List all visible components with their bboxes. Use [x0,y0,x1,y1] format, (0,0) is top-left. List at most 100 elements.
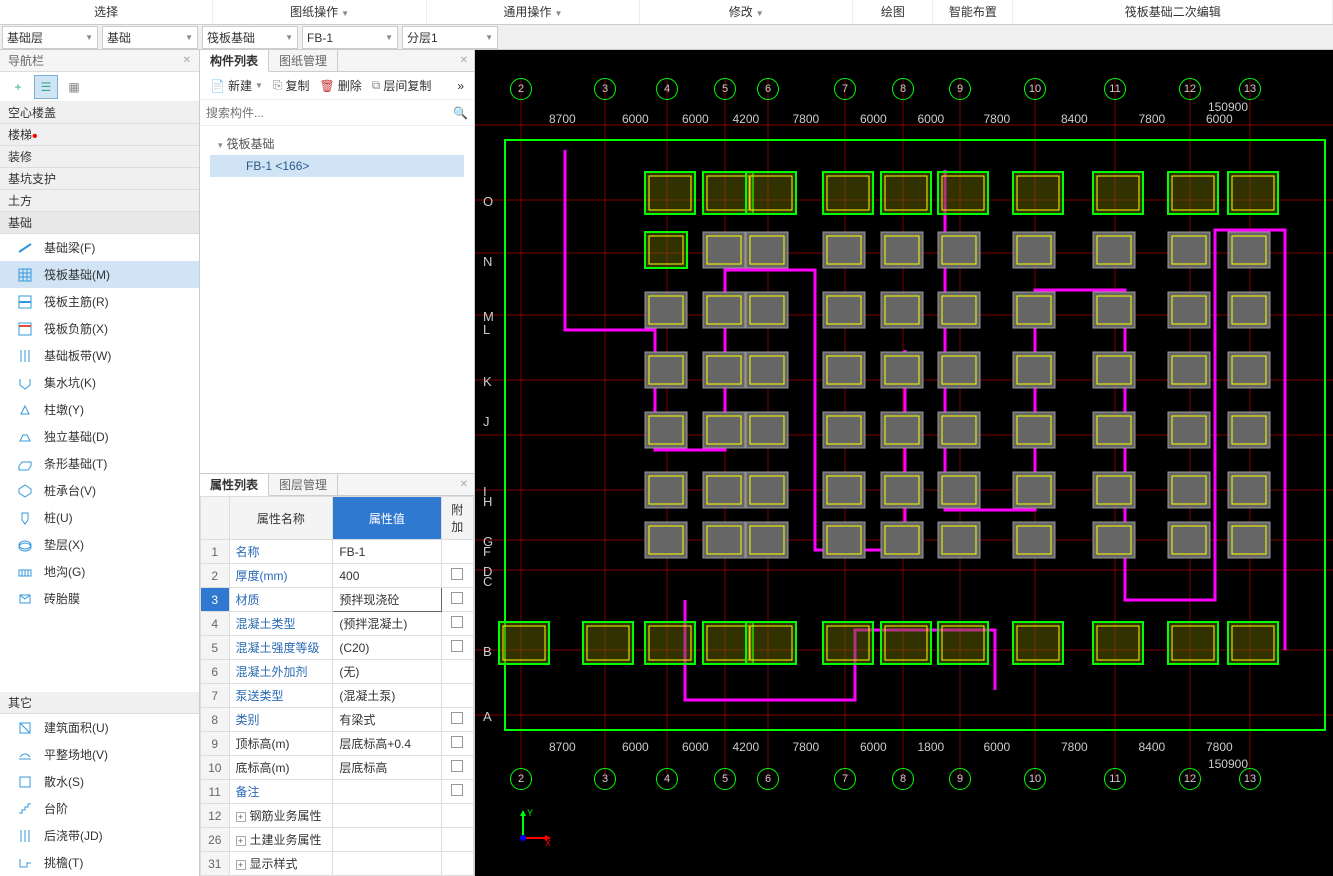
dimension-text: 7800 [1061,740,1088,754]
menu-smart-layout[interactable]: 智能布置 [933,0,1013,24]
close-icon[interactable]: ✕ [454,474,474,495]
grid-axis-circle: 2 [510,78,532,100]
dimension-text: 8400 [1139,740,1166,754]
filter-category[interactable]: 基础▼ [102,26,198,49]
tab-component-list[interactable]: 构件列表 [200,50,269,72]
close-icon[interactable]: ✕ [454,50,474,71]
nav-item-post-cast[interactable]: 后浇带(JD) [0,822,199,849]
nav-item-building-area[interactable]: 建筑面积(U) [0,714,199,741]
nav-item-level-ground[interactable]: 平整场地(V) [0,741,199,768]
dimension-text: 8400 [1061,112,1088,126]
nav-item-pile-cap[interactable]: 桩承台(V) [0,477,199,504]
prop-row[interactable]: 8 类别 有梁式 [201,708,474,732]
prop-row[interactable]: 5 混凝土强度等级 (C20) [201,636,474,660]
nav-item-raft-foundation[interactable]: 筏板基础(M) [0,261,199,288]
grid-axis-circle: 2 [510,768,532,790]
nav-item-column-pier[interactable]: 柱墩(Y) [0,396,199,423]
prop-row[interactable]: 2 厚度(mm) 400 [201,564,474,588]
dimension-text: 6000 [984,740,1011,754]
menu-modify[interactable]: 修改▼ [640,0,853,24]
tree-root-raft[interactable]: ▾筏板基础 [206,132,468,155]
menu-draw[interactable]: 绘图 [853,0,933,24]
prop-row[interactable]: 26 +土建业务属性 [201,828,474,852]
delete-button[interactable]: 🗑删除 [316,75,366,96]
nav-item-raft-neg-rebar[interactable]: 筏板负筋(X) [0,315,199,342]
tab-drawing-manage[interactable]: 图纸管理 [269,50,338,71]
nav-item-apron[interactable]: 散水(S) [0,768,199,795]
prop-row[interactable]: 1 名称 FB-1 [201,540,474,564]
nav-item-cushion[interactable]: 垫层(X) [0,531,199,558]
dimension-text: 6000 [682,740,709,754]
drawing-canvas[interactable]: 2345678910111213 2345678910111213 ONMLKJ… [475,50,1333,876]
trench-icon [16,563,34,581]
nav-cat-earth[interactable]: 土方 [0,190,199,212]
prop-row[interactable]: 4 混凝土类型 (预拌混凝土) [201,612,474,636]
tab-layer-manage[interactable]: 图层管理 [269,474,338,495]
canvas-svg [475,50,1333,876]
nav-tool-grid[interactable]: ▦ [62,75,86,99]
menu-drawing-ops[interactable]: 图纸操作▼ [213,0,426,24]
grid-axis-circle: 12 [1179,768,1201,790]
nav-item-trench[interactable]: 地沟(G) [0,558,199,585]
nav-cat-foundation[interactable]: 基础 [0,212,199,234]
nav-item-strip-foundation[interactable]: 条形基础(T) [0,450,199,477]
dimension-text: 6000 [860,740,887,754]
nav-cat-pit[interactable]: 基坑支护 [0,168,199,190]
nav-item-brick-mold[interactable]: 砖胎膜 [0,585,199,612]
layer-copy-button[interactable]: ⧉层间复制 [368,75,436,96]
nav-tool-add[interactable]: + [6,75,30,99]
prop-row[interactable]: 11 备注 [201,780,474,804]
nav-item-eave[interactable]: 挑檐(T) [0,849,199,876]
dimension-text: 8700 [549,112,576,126]
nav-cat-stair[interactable]: 楼梯• [0,124,199,146]
chevron-down-icon: ▼ [554,9,562,18]
filter-component[interactable]: FB-1▼ [302,26,398,49]
svg-text:X: X [545,838,551,846]
dimension-text: 7800 [793,112,820,126]
grid-icon: ▦ [68,80,79,94]
filter-layer[interactable]: 分层1▼ [402,26,498,49]
chevron-down-icon: ▾ [218,140,223,150]
nav-cat-decor[interactable]: 装修 [0,146,199,168]
prop-row[interactable]: 6 混凝土外加剂 (无) [201,660,474,684]
prop-row[interactable]: 9 顶标高(m) 层底标高+0.4 [201,732,474,756]
beam-icon [16,239,34,257]
nav-item-pile[interactable]: 桩(U) [0,504,199,531]
header-value: 属性值 [333,497,441,540]
filter-type[interactable]: 筏板基础▼ [202,26,298,49]
prop-row[interactable]: 3 材质 预拌现浇砼 [201,588,474,612]
grid-axis-circle: 10 [1024,768,1046,790]
stripf-icon [16,455,34,473]
dimension-text: 7800 [1139,112,1166,126]
prop-row[interactable]: 12 +钢筋业务属性 [201,804,474,828]
nav-item-sump[interactable]: 集水坑(K) [0,369,199,396]
menu-common-ops[interactable]: 通用操作▼ [427,0,640,24]
chevron-down-icon: ▼ [385,33,393,42]
new-button[interactable]: 📄新建▼ [206,75,267,96]
cushion-icon [16,536,34,554]
copy-button[interactable]: ⎘复制 [269,75,314,96]
menu-select[interactable]: 选择 [0,0,213,24]
menu-raft-edit[interactable]: 筏板基础二次编辑 [1013,0,1333,24]
nav-item-foundation-beam[interactable]: 基础梁(F) [0,234,199,261]
tree-item-fb1[interactable]: FB-1 <166> [210,155,464,177]
prop-row[interactable]: 7 泵送类型 (混凝土泵) [201,684,474,708]
nav-item-raft-main-rebar[interactable]: 筏板主筋(R) [0,288,199,315]
nav-item-isolated-foundation[interactable]: 独立基础(D) [0,423,199,450]
nav-cat-other[interactable]: 其它 [0,692,199,714]
pier-icon [16,401,34,419]
tab-properties[interactable]: 属性列表 [200,474,269,496]
close-icon[interactable]: ✕ [183,50,191,71]
search-icon[interactable]: 🔍 [453,106,468,120]
nav-item-step[interactable]: 台阶 [0,795,199,822]
nav-item-foundation-strip[interactable]: 基础板带(W) [0,342,199,369]
nav-foundation-items: 基础梁(F) 筏板基础(M) 筏板主筋(R) 筏板负筋(X) 基础板带(W) 集… [0,234,199,692]
grid-axis-label: J [483,414,490,429]
prop-row[interactable]: 31 +显示样式 [201,852,474,876]
grid-axis-label: F [483,544,491,559]
nav-tool-list[interactable]: ☰ [34,75,58,99]
prop-row[interactable]: 10 底标高(m) 层底标高 [201,756,474,780]
nav-cat-hollow[interactable]: 空心楼盖 [0,102,199,124]
filter-floor[interactable]: 基础层▼ [2,26,98,49]
more-button[interactable]: » [453,77,468,95]
